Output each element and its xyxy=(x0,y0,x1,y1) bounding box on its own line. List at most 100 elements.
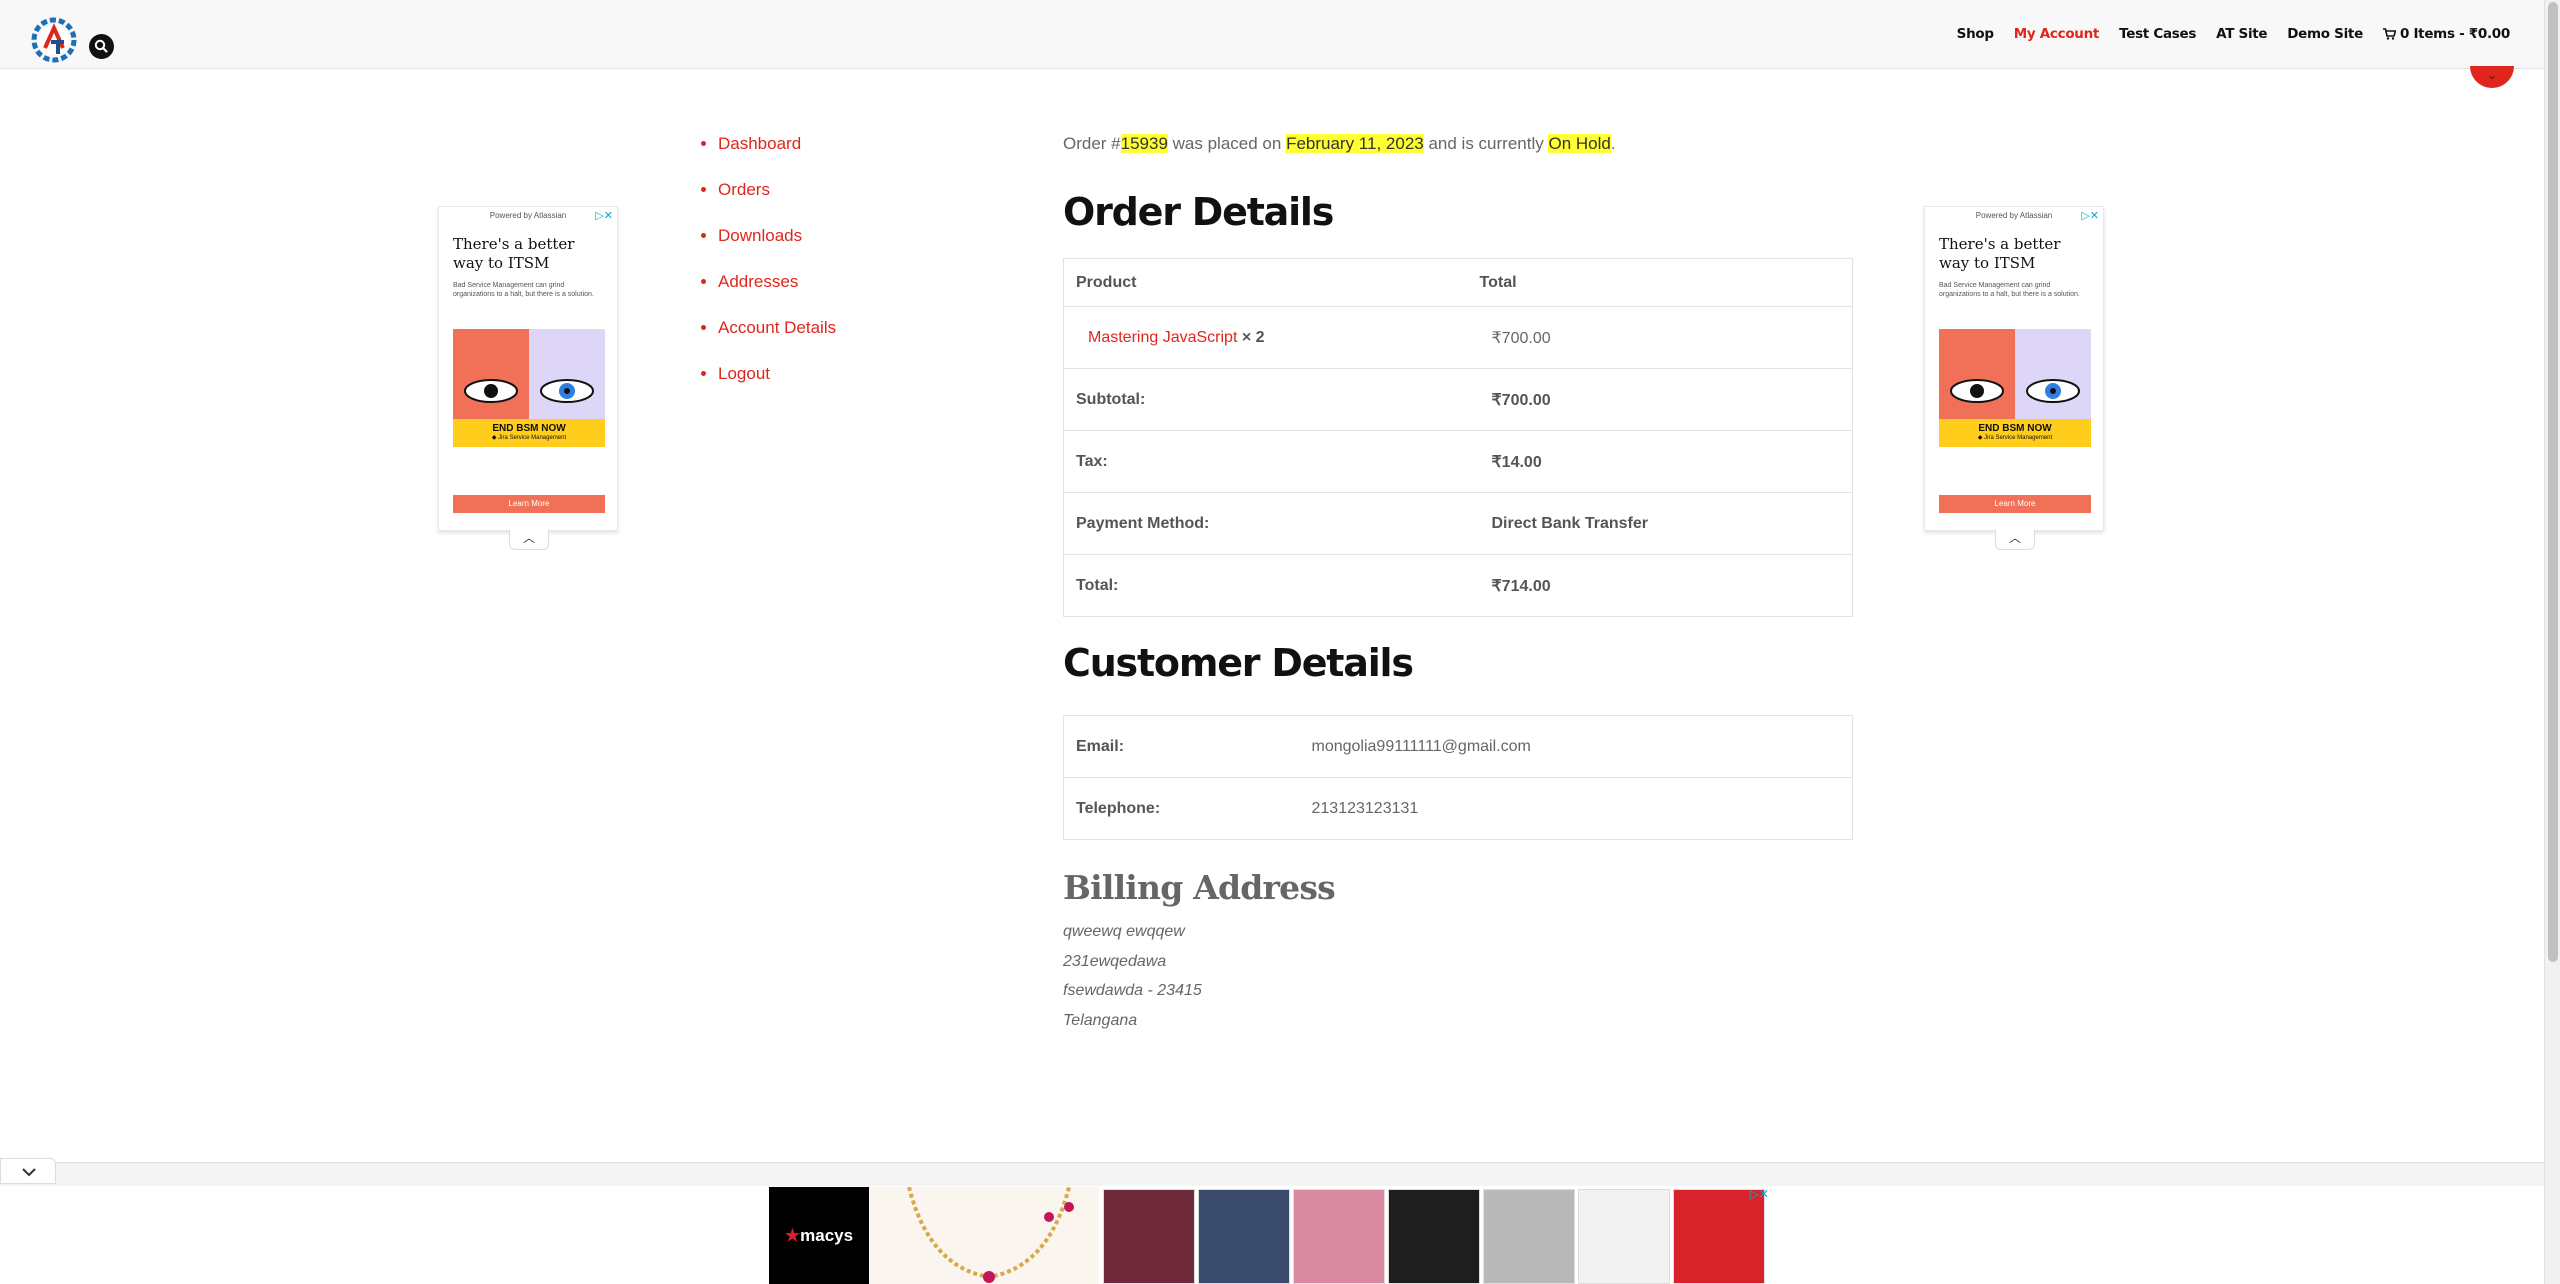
account-nav-label: Downloads xyxy=(718,226,803,245)
ad-necklace-image xyxy=(869,1186,1099,1284)
bottom-ad-collapse-tab[interactable] xyxy=(0,1158,56,1184)
chevron-down-icon: ⌄ xyxy=(2487,68,2498,82)
tax-value: ₹14.00 xyxy=(1467,430,1853,493)
account-nav-label: Logout xyxy=(718,364,770,383)
floating-widget-button[interactable]: ⌄ xyxy=(2470,66,2514,88)
ad-collapse-tab[interactable]: ︿ xyxy=(509,530,549,550)
ad-title: There's a better way to ITSM xyxy=(1939,235,2061,272)
subtotal-value: ₹700.00 xyxy=(1467,368,1853,431)
search-icon xyxy=(94,39,108,53)
chevron-up-icon: ︿ xyxy=(522,531,535,545)
cart-summary: 0 Items - ₹0.00 xyxy=(2399,26,2510,42)
ad-banner-subtext: ◆ Jira Service Management xyxy=(1977,435,2053,441)
order-content: Order #15939 was placed on February 11, … xyxy=(1063,134,1853,1041)
address-line: fsewdawda - 23415 xyxy=(1063,982,1202,999)
telephone-value: 213123123131 xyxy=(1299,777,1853,840)
email-label: Email: xyxy=(1063,715,1300,778)
ad-product-tile[interactable] xyxy=(1673,1189,1765,1284)
side-ad-right[interactable]: Powered by Atlassian ▷✕ There's a better… xyxy=(1924,206,2104,550)
ad-product-tile[interactable] xyxy=(1483,1189,1575,1284)
ad-title: There's a better way to ITSM xyxy=(453,235,575,272)
ad-powered-by: Powered by Atlassian xyxy=(1975,211,2053,220)
total-value: ₹714.00 xyxy=(1467,554,1853,617)
ad-product-tile[interactable] xyxy=(1198,1189,1290,1284)
bottom-ad-bar xyxy=(0,1162,2544,1186)
ad-close-icon[interactable]: ▷✕ xyxy=(595,209,613,222)
ad-powered-by: Powered by Atlassian xyxy=(489,211,567,220)
account-nav-label: Account Details xyxy=(718,318,837,337)
ad-body: Bad Service Management can grind organiz… xyxy=(453,282,594,298)
ad-body: Bad Service Management can grind organiz… xyxy=(1939,282,2080,298)
ad-eye-illustration: END BSM NOW ◆ Jira Service Management xyxy=(453,329,605,447)
ad-learn-more-button[interactable]: Learn More xyxy=(1939,495,2091,513)
address-line: Telangana xyxy=(1063,1011,1138,1029)
ad-collapse-tab[interactable]: ︿ xyxy=(1995,530,2035,550)
table-row: Total: ₹714.00 xyxy=(1063,554,1853,617)
order-status: On Hold xyxy=(1548,134,1611,153)
product-quantity: × 2 xyxy=(1241,328,1265,346)
scrollbar-thumb[interactable] xyxy=(2548,2,2558,962)
account-nav-account-details[interactable]: Account Details xyxy=(718,318,836,364)
ad-eye-illustration: END BSM NOW ◆ Jira Service Management xyxy=(1939,329,2091,447)
site-header: Shop My Account Test Cases AT Site Demo … xyxy=(0,0,2544,69)
chevron-up-icon: ︿ xyxy=(2008,531,2021,545)
telephone-label: Telephone: xyxy=(1063,777,1300,840)
ad-product-tile[interactable] xyxy=(1293,1189,1385,1284)
order-details-heading: Order Details xyxy=(1063,190,1334,234)
page-scrollbar[interactable] xyxy=(2544,0,2560,1284)
bottom-banner-ad[interactable]: ★macys ▷✕ xyxy=(769,1186,1773,1284)
email-value: mongolia99111111@gmail.com xyxy=(1299,715,1853,778)
cart-icon xyxy=(2382,28,2396,40)
ad-banner-text: END BSM NOW xyxy=(492,423,566,434)
billing-address-heading: Billing Address xyxy=(1063,868,1336,907)
ad-product-tile[interactable] xyxy=(1103,1189,1195,1284)
ad-learn-more-button[interactable]: Learn More xyxy=(453,495,605,513)
notice-text: was placed on xyxy=(1167,134,1287,153)
nav-cart[interactable]: 0 Items - ₹0.00 xyxy=(2382,26,2510,42)
nav-test-cases[interactable]: Test Cases xyxy=(2119,26,2196,42)
account-navigation: Dashboard Orders Downloads Addresses Acc… xyxy=(700,134,836,410)
order-number: 15939 xyxy=(1120,134,1168,153)
payment-method-label: Payment Method: xyxy=(1063,492,1468,555)
table-row: Payment Method: Direct Bank Transfer xyxy=(1063,492,1853,555)
account-nav-addresses[interactable]: Addresses xyxy=(718,272,836,318)
subtotal-label: Subtotal: xyxy=(1063,368,1468,431)
product-link[interactable]: Mastering JavaScript xyxy=(1088,329,1237,346)
order-date: February 11, 2023 xyxy=(1286,134,1424,153)
ad-banner-text: END BSM NOW xyxy=(1978,423,2052,434)
customer-details-table: Email: mongolia99111111@gmail.com Teleph… xyxy=(1063,715,1853,840)
product-cell: Mastering JavaScript × 2 xyxy=(1063,306,1468,369)
ad-product-tile[interactable] xyxy=(1578,1189,1670,1284)
search-button[interactable] xyxy=(89,34,114,59)
chevron-down-icon xyxy=(22,1168,36,1177)
account-nav-label: Addresses xyxy=(718,272,799,291)
address-line: qweewq ewqqew xyxy=(1063,923,1185,940)
column-header-product: Product xyxy=(1063,258,1468,307)
account-nav-orders[interactable]: Orders xyxy=(718,180,836,226)
account-nav-logout[interactable]: Logout xyxy=(718,364,836,410)
nav-shop[interactable]: Shop xyxy=(1957,26,1994,42)
account-nav-dashboard[interactable]: Dashboard xyxy=(718,134,836,180)
nav-my-account[interactable]: My Account xyxy=(2014,26,2100,42)
table-row: Email: mongolia99111111@gmail.com xyxy=(1063,715,1853,778)
customer-details-heading: Customer Details xyxy=(1063,641,1414,685)
order-notice: Order #15939 was placed on February 11, … xyxy=(1063,134,1853,154)
column-header-total: Total xyxy=(1467,258,1853,307)
table-row: Subtotal: ₹700.00 xyxy=(1063,368,1853,431)
ad-product-tile[interactable] xyxy=(1388,1189,1480,1284)
tax-label: Tax: xyxy=(1063,430,1468,493)
nav-demo-site[interactable]: Demo Site xyxy=(2287,26,2363,42)
ad-close-icon[interactable]: ▷✕ xyxy=(2081,209,2099,222)
address-line: 231ewqedawa xyxy=(1063,952,1167,970)
site-logo[interactable] xyxy=(28,14,80,66)
table-row: Tax: ₹14.00 xyxy=(1063,430,1853,493)
notice-text: and is currently xyxy=(1423,134,1549,153)
ad-close-icon[interactable]: ▷✕ xyxy=(1750,1187,1769,1201)
order-details-table: Product Total Mastering JavaScript × 2 ₹… xyxy=(1063,258,1853,617)
payment-method-value: Direct Bank Transfer xyxy=(1467,492,1853,555)
nav-at-site[interactable]: AT Site xyxy=(2216,26,2267,42)
brand-name: macys xyxy=(800,1226,854,1245)
side-ad-left[interactable]: Powered by Atlassian ▷✕ There's a better… xyxy=(438,206,618,550)
total-label: Total: xyxy=(1063,554,1468,617)
account-nav-downloads[interactable]: Downloads xyxy=(718,226,836,272)
